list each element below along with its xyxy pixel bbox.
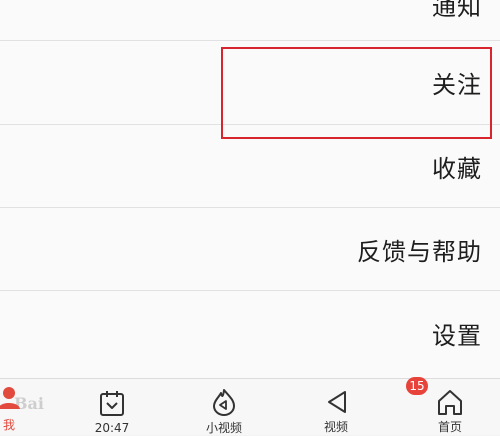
- tab-calendar[interactable]: 20:47: [72, 379, 152, 435]
- tab-label: 小视频: [205, 421, 242, 435]
- highlight-box: [221, 47, 492, 139]
- tab-label: 20:47: [94, 421, 130, 435]
- tab-label: 我: [2, 418, 15, 432]
- menu-item-settings[interactable]: 设置: [0, 291, 500, 375]
- menu-item-label: 收藏: [432, 154, 482, 183]
- home-icon: [433, 387, 467, 416]
- tab-label: 视频: [323, 420, 348, 434]
- tab-mini-video[interactable]: 小视频: [184, 379, 264, 435]
- tab-me[interactable]: 我: [0, 384, 24, 434]
- tab-label: 首页: [437, 420, 462, 434]
- home-badge: 15: [406, 377, 428, 395]
- flame-play-icon: [207, 387, 241, 417]
- menu-item-feedback-help[interactable]: 反馈与帮助: [0, 208, 500, 290]
- menu-item-label: 反馈与帮助: [357, 237, 482, 266]
- user-icon: [0, 384, 22, 414]
- menu-item-label: 设置: [432, 321, 482, 350]
- calendar-icon: [95, 387, 129, 419]
- tab-video[interactable]: 视频: [296, 379, 376, 435]
- menu-item-label: 通知: [432, 0, 482, 21]
- menu-item-notifications[interactable]: 通知: [0, 0, 500, 24]
- play-triangle-icon: [319, 387, 353, 416]
